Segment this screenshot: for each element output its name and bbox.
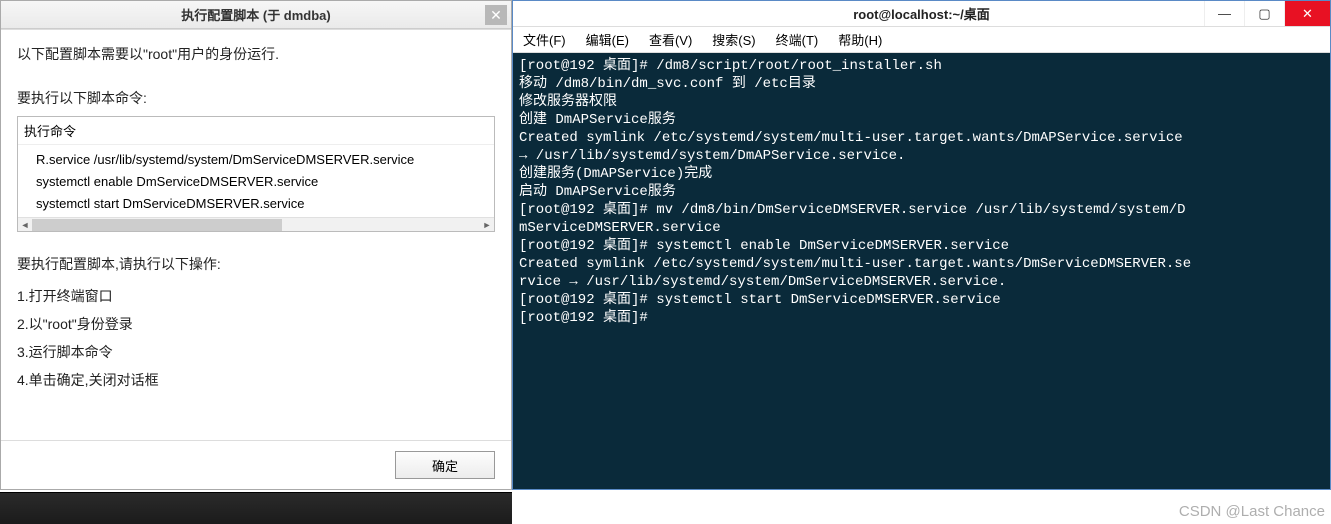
minimize-icon: — bbox=[1218, 6, 1231, 21]
config-script-dialog: 执行配置脚本 (于 dmdba) ✕ 以下配置脚本需要以"root"用户的身份运… bbox=[0, 0, 512, 490]
maximize-button[interactable]: ▢ bbox=[1244, 1, 1284, 26]
step-item: 1.打开终端窗口 bbox=[17, 282, 495, 310]
menu-search[interactable]: 搜索(S) bbox=[712, 30, 755, 49]
menu-file[interactable]: 文件(F) bbox=[523, 30, 566, 49]
menu-view[interactable]: 查看(V) bbox=[649, 30, 692, 49]
script-command-box: 执行命令 R.service /usr/lib/systemd/system/D… bbox=[17, 116, 495, 232]
terminal-title: root@localhost:~/桌面 bbox=[853, 4, 990, 23]
close-icon: ✕ bbox=[490, 7, 502, 24]
dialog-intro-text: 以下配置脚本需要以"root"用户的身份运行. bbox=[17, 44, 495, 64]
maximize-icon: ▢ bbox=[1258, 6, 1270, 22]
menu-help[interactable]: 帮助(H) bbox=[838, 30, 882, 49]
dialog-button-row: 确定 bbox=[1, 440, 511, 489]
step-item: 2.以"root"身份登录 bbox=[17, 310, 495, 338]
dialog-close-button[interactable]: ✕ bbox=[485, 5, 507, 25]
script-box-header: 执行命令 bbox=[18, 117, 494, 145]
step-item: 3.运行脚本命令 bbox=[17, 338, 495, 366]
terminal-menu: 文件(F) 编辑(E) 查看(V) 搜索(S) 终端(T) 帮助(H) bbox=[513, 27, 1330, 53]
step-item: 4.单击确定,关闭对话框 bbox=[17, 366, 495, 394]
script-item: R.service /usr/lib/systemd/system/DmServ… bbox=[36, 149, 494, 171]
menu-edit[interactable]: 编辑(E) bbox=[586, 30, 629, 49]
close-button[interactable]: ✕ bbox=[1284, 1, 1330, 26]
script-item: systemctl enable DmServiceDMSERVER.servi… bbox=[36, 171, 494, 193]
watermark: CSDN @Last Chance bbox=[1179, 503, 1325, 520]
dialog-title: 执行配置脚本 (于 dmdba) bbox=[181, 5, 331, 24]
dialog-body: 以下配置脚本需要以"root"用户的身份运行. 要执行以下脚本命令: 执行命令 … bbox=[1, 29, 511, 440]
terminal-window: root@localhost:~/桌面 — ▢ ✕ 文件(F) 编辑(E) 查看… bbox=[512, 0, 1331, 490]
close-icon: ✕ bbox=[1302, 6, 1313, 22]
script-list: R.service /usr/lib/systemd/system/DmServ… bbox=[18, 145, 494, 217]
horizontal-scrollbar[interactable]: ◄ ► bbox=[18, 217, 494, 231]
script-item: systemctl start DmServiceDMSERVER.servic… bbox=[36, 193, 494, 215]
ok-button[interactable]: 确定 bbox=[395, 451, 495, 479]
minimize-button[interactable]: — bbox=[1204, 1, 1244, 26]
terminal-output[interactable]: [root@192 桌面]# /dm8/script/root/root_ins… bbox=[513, 53, 1330, 489]
steps-list: 1.打开终端窗口 2.以"root"身份登录 3.运行脚本命令 4.单击确定,关… bbox=[17, 282, 495, 394]
taskbar[interactable] bbox=[0, 492, 512, 524]
scroll-right-icon[interactable]: ► bbox=[480, 218, 494, 232]
scroll-thumb[interactable] bbox=[32, 219, 282, 231]
script-section-label: 要执行以下脚本命令: bbox=[17, 88, 495, 108]
terminal-titlebar[interactable]: root@localhost:~/桌面 — ▢ ✕ bbox=[513, 1, 1330, 27]
steps-label: 要执行配置脚本,请执行以下操作: bbox=[17, 254, 495, 274]
scroll-left-icon[interactable]: ◄ bbox=[18, 218, 32, 232]
menu-terminal[interactable]: 终端(T) bbox=[776, 30, 819, 49]
dialog-titlebar[interactable]: 执行配置脚本 (于 dmdba) ✕ bbox=[1, 1, 511, 29]
